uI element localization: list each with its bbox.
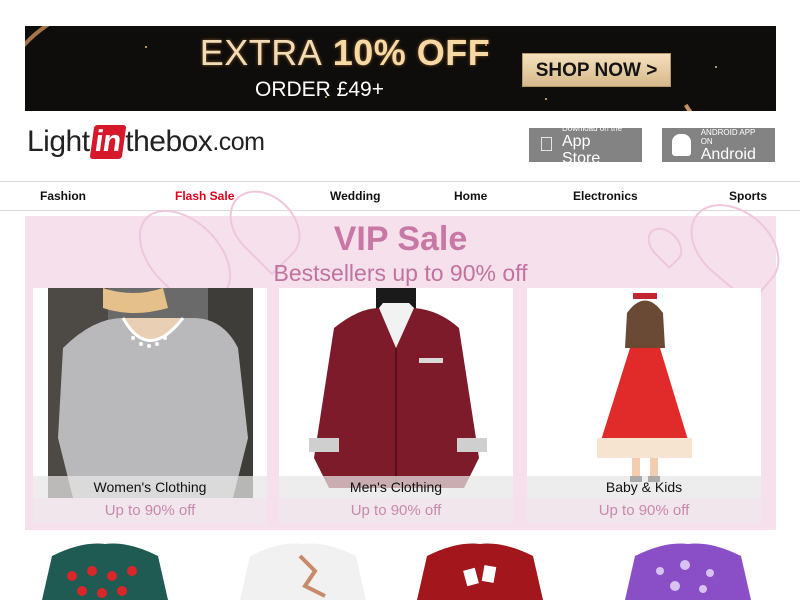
category-card-womens[interactable]: Women's Clothing Up to 90% off <box>33 288 267 523</box>
nav-electronics[interactable]: Electronics <box>573 189 638 203</box>
product-tile[interactable] <box>417 541 543 600</box>
promo-banner[interactable]: EXTRA 10% OFF ORDER £49+ SHOP NOW > <box>25 26 776 111</box>
vip-title: VIP Sale <box>333 220 468 258</box>
category-nav: Fashion Flash Sale Wedding Home Electron… <box>0 181 800 211</box>
logo-text-tld: .com <box>212 127 265 156</box>
logo-text-in: in <box>89 125 126 159</box>
promo-headline-pre: EXTRA <box>199 32 323 73</box>
android-small-label: ANDROID APP ON <box>700 127 756 146</box>
product-tile[interactable] <box>240 541 366 600</box>
nav-home[interactable]: Home <box>454 189 487 203</box>
promo-headline: EXTRA 10% OFF <box>175 32 515 74</box>
vip-subtitle: Bestsellers up to 90% off <box>273 260 528 286</box>
android-app-button[interactable]: ANDROID APP ON Android <box>662 127 775 163</box>
android-big-label: Android <box>700 145 756 163</box>
logo-text-light: Light <box>27 125 90 158</box>
ribbon-decoration <box>662 26 776 111</box>
product-tile[interactable] <box>625 541 751 600</box>
promo-subline: ORDER £49+ <box>255 78 384 101</box>
site-logo[interactable]: Light in thebox .com <box>27 125 265 159</box>
card-label: Women's Clothing <box>33 476 267 498</box>
nav-sports[interactable]: Sports <box>729 189 767 203</box>
app-store-button[interactable]:  Download on the App Store <box>529 124 642 167</box>
womens-clothing-image <box>33 288 267 498</box>
apple-icon:  <box>539 134 554 157</box>
android-icon <box>672 134 691 156</box>
baby-kids-image <box>527 288 761 498</box>
sparkle <box>145 46 147 48</box>
category-card-mens[interactable]: Men's Clothing Up to 90% off <box>279 288 513 523</box>
card-discount: Up to 90% off <box>527 498 761 523</box>
appstore-big-label: App Store <box>547 133 619 167</box>
sparkle <box>545 98 547 100</box>
card-discount: Up to 90% off <box>279 498 513 523</box>
sparkle <box>715 66 717 68</box>
nav-flash-sale[interactable]: Flash Sale <box>175 189 234 203</box>
mens-clothing-image <box>279 288 513 498</box>
nav-wedding[interactable]: Wedding <box>330 189 380 203</box>
card-discount: Up to 90% off <box>33 498 267 523</box>
card-label: Men's Clothing <box>279 476 513 498</box>
nav-fashion[interactable]: Fashion <box>40 189 86 203</box>
card-label: Baby & Kids <box>527 476 761 498</box>
promo-headline-main: 10% OFF <box>332 32 491 73</box>
category-card-kids[interactable]: Baby & Kids Up to 90% off <box>527 288 761 523</box>
shop-now-button[interactable]: SHOP NOW > <box>522 53 671 87</box>
appstore-small-label: Download on the <box>547 124 622 141</box>
product-tile[interactable] <box>42 541 168 600</box>
logo-text-thebox: thebox <box>125 125 213 158</box>
